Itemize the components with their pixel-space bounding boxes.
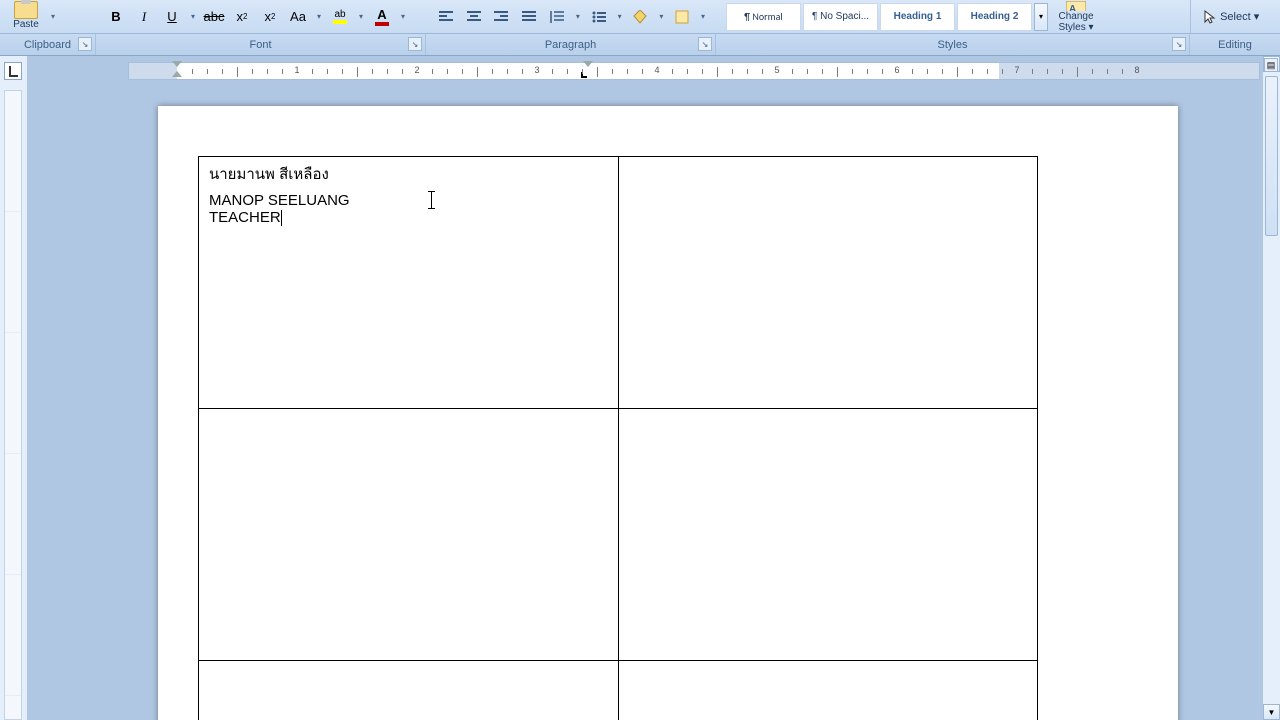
ribbon-group-labels: Clipboard ↘ Font ↘ Paragraph ↘ Styles ↘ … — [0, 34, 1280, 56]
styles-gallery[interactable]: ¶ Normal ¶ No Spaci... Heading 1 Heading… — [726, 3, 1048, 31]
vertical-scrollbar[interactable]: ▲ ▼ — [1262, 56, 1280, 720]
table-cell[interactable] — [618, 661, 1037, 720]
change-styles-button[interactable]: A Change Styles ▾ — [1052, 1, 1100, 33]
chevron-down-icon[interactable]: ▾ — [355, 5, 367, 29]
tab-selector-button[interactable] — [4, 62, 22, 80]
ruler-number: 5 — [774, 65, 779, 75]
hanging-indent-marker[interactable] — [172, 71, 182, 81]
paste-icon — [14, 1, 38, 19]
ruler-number: 7 — [1014, 65, 1019, 75]
ruler-number: 4 — [654, 65, 659, 75]
table-cell[interactable] — [618, 409, 1037, 661]
scroll-down-button[interactable]: ▼ — [1263, 704, 1280, 720]
document-page[interactable]: นายมานพ สีเหลือง MANOP SEELUANG TEACHER — [158, 106, 1178, 720]
style-normal[interactable]: ¶ Normal — [726, 3, 801, 31]
dialog-launcher-icon[interactable]: ↘ — [1172, 37, 1186, 51]
font-color-button[interactable]: A — [369, 5, 395, 29]
subscript-button[interactable]: x2 — [229, 5, 255, 29]
dialog-launcher-icon[interactable]: ↘ — [78, 37, 92, 51]
shading-button[interactable] — [628, 5, 654, 29]
group-styles: Styles ↘ — [716, 34, 1190, 55]
ruler-number: 3 — [534, 65, 539, 75]
first-line-indent-marker[interactable] — [172, 61, 182, 71]
chevron-down-icon[interactable]: ▾ — [313, 5, 325, 29]
horizontal-ruler[interactable]: 1 2 3 4 5 6 7 8 — [128, 62, 1260, 80]
chevron-down-icon[interactable]: ▾ — [187, 5, 199, 29]
style-heading-2[interactable]: Heading 2 — [957, 3, 1032, 31]
underline-button[interactable]: U — [159, 5, 185, 29]
vertical-ruler-strip — [4, 90, 22, 720]
chevron-down-icon[interactable]: ▾ — [614, 5, 626, 29]
strikethrough-button[interactable]: abc — [201, 5, 227, 29]
chevron-down-icon[interactable]: ▾ — [697, 5, 709, 29]
svg-text:A: A — [1069, 4, 1076, 11]
workspace: 1 2 3 4 5 6 7 8 นายมานพ สีเหลือง MANOP SEELUANG… — [0, 56, 1280, 720]
right-indent-marker[interactable] — [583, 61, 593, 71]
table-cell[interactable] — [618, 157, 1037, 409]
chevron-down-icon[interactable]: ▾ — [397, 5, 409, 29]
group-editing: Editing — [1190, 34, 1280, 55]
i-beam-cursor-icon — [431, 191, 432, 209]
cell-text-line: TEACHER — [209, 209, 608, 226]
table-cell[interactable] — [199, 409, 619, 661]
highlight-button[interactable]: ab — [327, 5, 353, 29]
ruler-number: 1 — [294, 65, 299, 75]
vertical-ruler[interactable] — [0, 56, 28, 720]
align-center-button[interactable] — [461, 5, 487, 29]
ruler-right-margin — [999, 63, 1259, 79]
text-caret — [281, 210, 282, 226]
cell-text-line: นายมานพ สีเหลือง — [209, 162, 608, 186]
dialog-launcher-icon[interactable]: ↘ — [408, 37, 422, 51]
style-no-spacing[interactable]: ¶ No Spaci... — [803, 3, 878, 31]
borders-button[interactable] — [669, 5, 695, 29]
paste-button[interactable]: Paste — [6, 1, 46, 33]
select-button[interactable]: Select ▾ — [1197, 8, 1265, 26]
table-cell[interactable] — [199, 661, 619, 720]
italic-button[interactable]: I — [131, 5, 157, 29]
align-right-button[interactable] — [489, 5, 515, 29]
style-heading-1[interactable]: Heading 1 — [880, 3, 955, 31]
ruler-number: 6 — [894, 65, 899, 75]
styles-more-button[interactable]: ▾ — [1034, 3, 1048, 31]
group-clipboard: Clipboard ↘ — [0, 34, 96, 55]
bold-button[interactable]: B — [103, 5, 129, 29]
table-cell[interactable]: นายมานพ สีเหลือง MANOP SEELUANG TEACHER — [199, 157, 619, 409]
chevron-down-icon[interactable]: ▾ — [572, 5, 584, 29]
line-spacing-button[interactable] — [544, 5, 570, 29]
ribbon-controls: Paste ▾ B I U ▾ abc x2 x2 Aa ▾ ab ▾ A ▾ … — [0, 0, 1280, 34]
ruler-number: 2 — [414, 65, 419, 75]
change-case-button[interactable]: Aa — [285, 5, 311, 29]
document-table[interactable]: นายมานพ สีเหลือง MANOP SEELUANG TEACHER — [198, 156, 1038, 720]
ruler-toggle-button[interactable]: ▤ — [1264, 58, 1278, 72]
document-area[interactable]: 1 2 3 4 5 6 7 8 นายมานพ สีเหลือง MANOP SEELUANG… — [28, 56, 1280, 720]
align-left-button[interactable] — [433, 5, 459, 29]
group-font: Font ↘ — [96, 34, 426, 55]
cursor-icon — [1203, 10, 1217, 24]
ruler-number: 8 — [1134, 65, 1139, 75]
chevron-down-icon[interactable]: ▾ — [655, 5, 667, 29]
cell-text-line: MANOP SEELUANG — [209, 192, 608, 209]
superscript-button[interactable]: x2 — [257, 5, 283, 29]
paste-label: Paste — [13, 19, 39, 30]
group-paragraph: Paragraph ↘ — [426, 34, 716, 55]
ruler-left-margin — [129, 63, 177, 79]
change-styles-icon: A — [1066, 1, 1086, 11]
chevron-down-icon[interactable]: ▾ — [47, 5, 59, 29]
justify-button[interactable] — [516, 5, 542, 29]
bullets-button[interactable] — [586, 5, 612, 29]
dialog-launcher-icon[interactable]: ↘ — [698, 37, 712, 51]
scroll-thumb[interactable] — [1265, 76, 1278, 236]
